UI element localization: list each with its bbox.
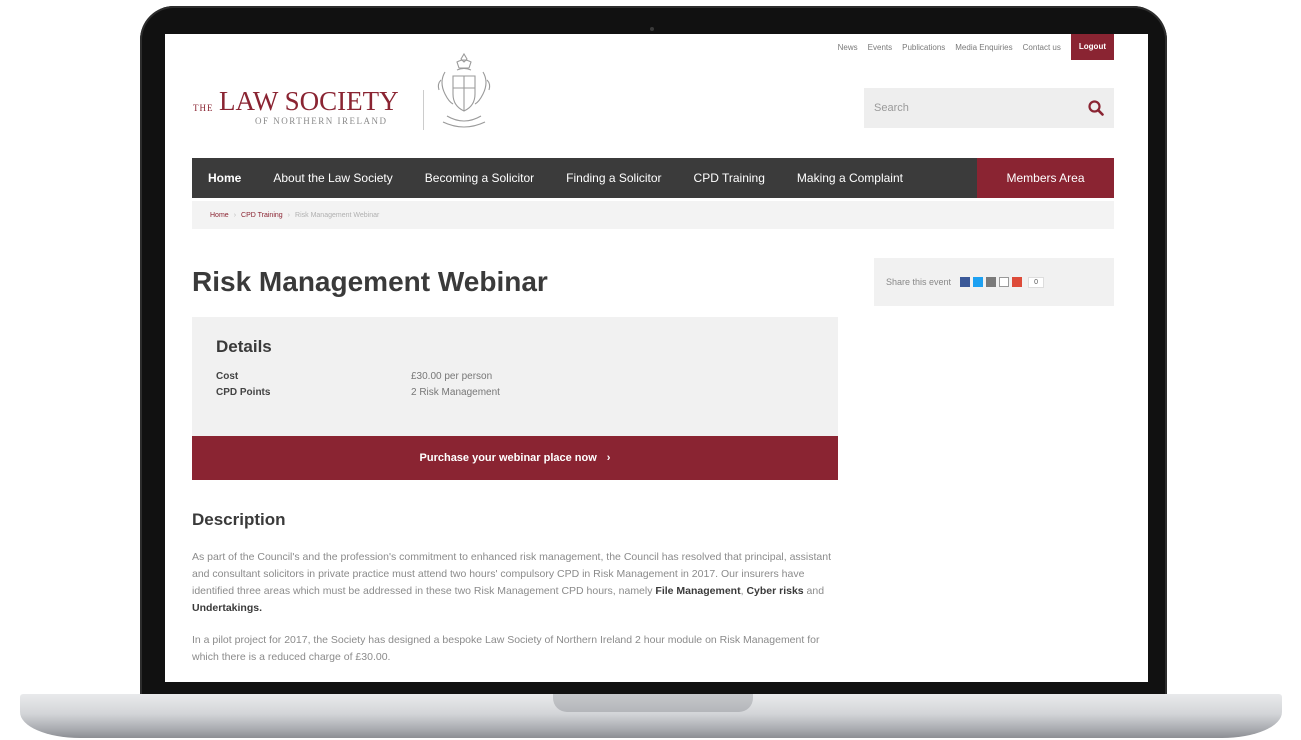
logo-wordmark: LAW SOCIETY (219, 86, 399, 116)
utility-nav: News Events Publications Media Enquiries… (838, 34, 1114, 60)
purchase-label: Purchase your webinar place now (419, 452, 597, 464)
twitter-icon[interactable] (973, 277, 984, 287)
description-body: As part of the Council's and the profess… (192, 549, 842, 681)
search-icon[interactable] (1078, 88, 1114, 128)
details-value: 2 Risk Management (411, 387, 500, 398)
description-text: and (803, 585, 825, 597)
facebook-icon[interactable] (960, 277, 971, 287)
share-count: 0 (1028, 276, 1045, 288)
page-title: Risk Management Webinar (192, 266, 548, 297)
logout-button[interactable]: Logout (1070, 34, 1114, 60)
google-plus-icon[interactable] (1012, 277, 1023, 287)
logo-the: THE (193, 103, 214, 113)
nav-finding-solicitor[interactable]: Finding a Solicitor (550, 158, 677, 198)
details-key: CPD Points (216, 387, 271, 398)
details-row-cost: Cost £30.00 per person (216, 369, 814, 385)
share-label: Share this event (886, 277, 952, 287)
keyword-undertakings: Undertakings. (192, 602, 263, 614)
utility-link-events[interactable]: Events (868, 43, 892, 52)
breadcrumb-cpd[interactable]: CPD Training (241, 212, 283, 219)
details-panel: Details Cost £30.00 per person CPD Point… (192, 317, 838, 436)
search-box (864, 88, 1114, 128)
search-input[interactable] (864, 88, 1078, 128)
nav-making-complaint[interactable]: Making a Complaint (781, 158, 919, 198)
logo-divider (423, 90, 424, 130)
logo-subtitle: OF NORTHERN IRELAND (255, 116, 388, 126)
description-heading: Description (192, 510, 286, 529)
main-nav: Home About the Law Society Becoming a So… (192, 158, 1114, 198)
utility-link-news[interactable]: News (838, 43, 858, 52)
breadcrumb: Home › CPD Training › Risk Management We… (192, 201, 1114, 229)
description-paragraph: As part of the Council's and the profess… (192, 549, 842, 617)
nav-cpd-training[interactable]: CPD Training (678, 158, 781, 198)
coat-of-arms-icon (437, 52, 491, 128)
details-key: Cost (216, 371, 239, 382)
keyword-file-management: File Management (655, 585, 741, 597)
breadcrumb-separator: › (287, 211, 291, 219)
nav-members-area[interactable]: Members Area (977, 158, 1114, 198)
keyword-cyber-risks: Cyber risks (746, 585, 804, 597)
details-value: £30.00 per person (411, 371, 493, 382)
nav-home[interactable]: Home (192, 158, 257, 198)
details-row-cpd-points: CPD Points 2 Risk Management (216, 385, 814, 401)
nav-about[interactable]: About the Law Society (257, 158, 408, 198)
breadcrumb-separator: › (233, 211, 237, 219)
chevron-right-icon: › (606, 452, 611, 464)
linkedin-icon[interactable] (986, 277, 997, 287)
breadcrumb-home[interactable]: Home (210, 212, 229, 219)
breadcrumb-current: Risk Management Webinar (295, 211, 380, 219)
nav-becoming-solicitor[interactable]: Becoming a Solicitor (409, 158, 550, 198)
email-icon[interactable] (999, 277, 1010, 287)
description-paragraph: In a pilot project for 2017, the Society… (192, 634, 820, 663)
details-heading: Details (216, 337, 272, 356)
utility-link-media[interactable]: Media Enquiries (955, 43, 1012, 52)
share-box: Share this event 0 (874, 258, 1114, 306)
utility-link-publications[interactable]: Publications (902, 43, 945, 52)
purchase-button[interactable]: Purchase your webinar place now › (192, 436, 838, 480)
laptop-notch (553, 694, 753, 712)
laptop-camera (650, 27, 654, 31)
laptop-screen: News Events Publications Media Enquiries… (165, 34, 1148, 682)
utility-link-contact[interactable]: Contact us (1023, 43, 1061, 52)
